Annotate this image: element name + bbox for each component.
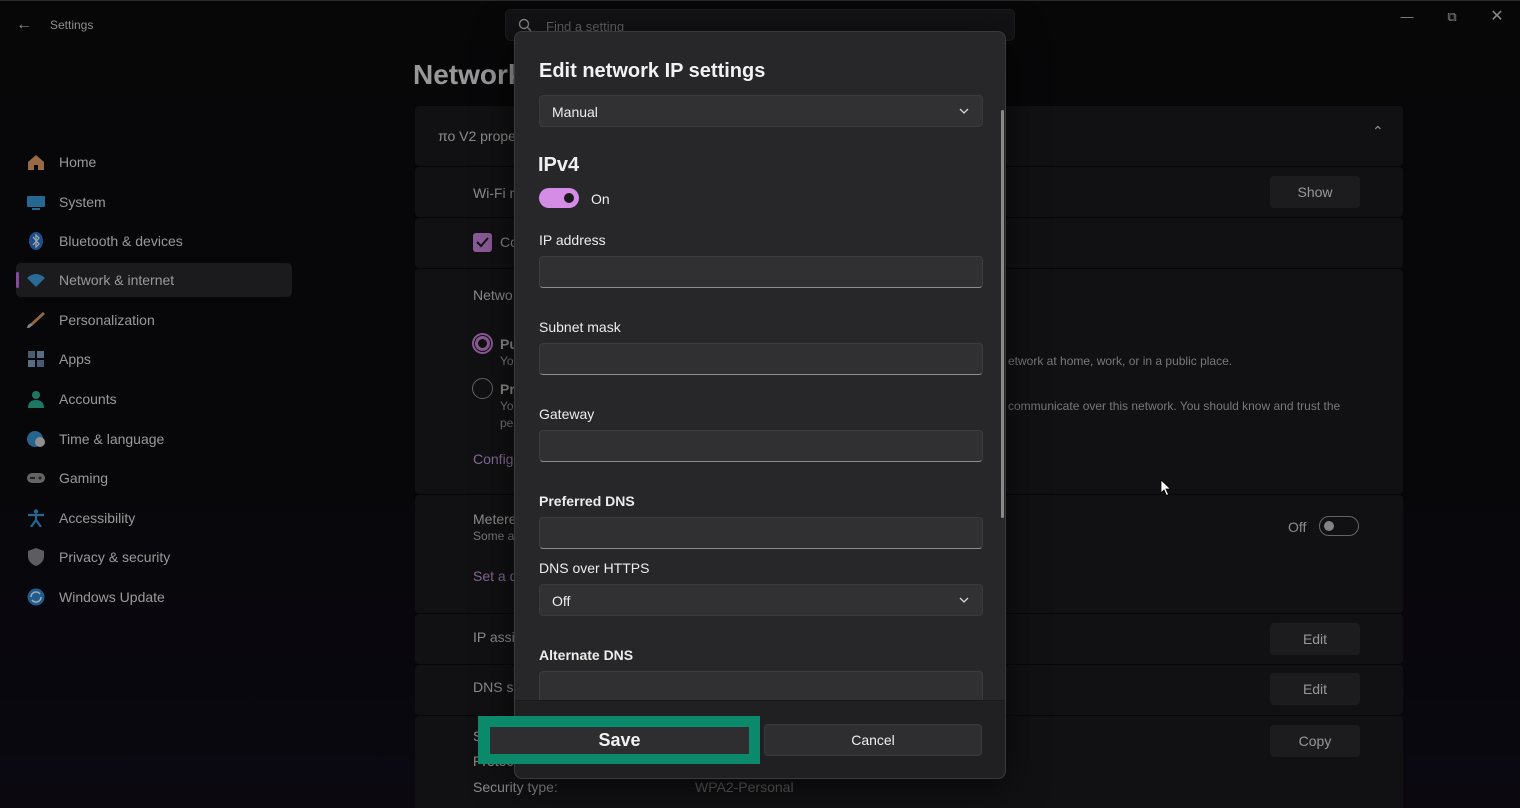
ip-address-input[interactable] — [539, 256, 983, 288]
cancel-button[interactable]: Cancel — [764, 724, 982, 756]
alternate-dns-input[interactable] — [539, 671, 983, 700]
dialog-scrollbar[interactable] — [1001, 110, 1004, 518]
dns-over-https-label: DNS over HTTPS — [539, 560, 650, 576]
dns-over-https-value: Off — [552, 593, 571, 609]
edit-ip-dialog: Edit network IP settings Manual IPv4 On … — [514, 31, 1006, 779]
ip-address-label: IP address — [539, 232, 606, 248]
gateway-input[interactable] — [539, 430, 983, 462]
alternate-dns-label: Alternate DNS — [539, 647, 634, 663]
settings-window: ← Settings Find a setting — ⧉ ✕ Home Sys… — [0, 0, 1520, 808]
dialog-body: Edit network IP settings Manual IPv4 On … — [515, 32, 1005, 700]
ipv4-heading: IPv4 — [538, 154, 580, 176]
preferred-dns-input[interactable] — [539, 517, 983, 549]
toggle-knob — [564, 193, 574, 203]
ipv4-toggle-state: On — [591, 191, 610, 207]
ip-mode-value: Manual — [552, 104, 598, 120]
chevron-down-icon — [959, 597, 969, 603]
ip-mode-dropdown[interactable]: Manual — [539, 95, 983, 127]
dns-over-https-dropdown[interactable]: Off — [539, 584, 983, 616]
dialog-title: Edit network IP settings — [539, 60, 766, 82]
mouse-cursor-icon — [1160, 479, 1172, 497]
save-button[interactable]: Save — [490, 727, 749, 754]
preferred-dns-label: Preferred DNS — [539, 493, 635, 509]
gateway-label: Gateway — [539, 406, 595, 422]
subnet-mask-label: Subnet mask — [539, 319, 621, 335]
chevron-down-icon — [959, 108, 969, 114]
subnet-mask-input[interactable] — [539, 343, 983, 375]
ipv4-toggle[interactable] — [539, 188, 579, 208]
